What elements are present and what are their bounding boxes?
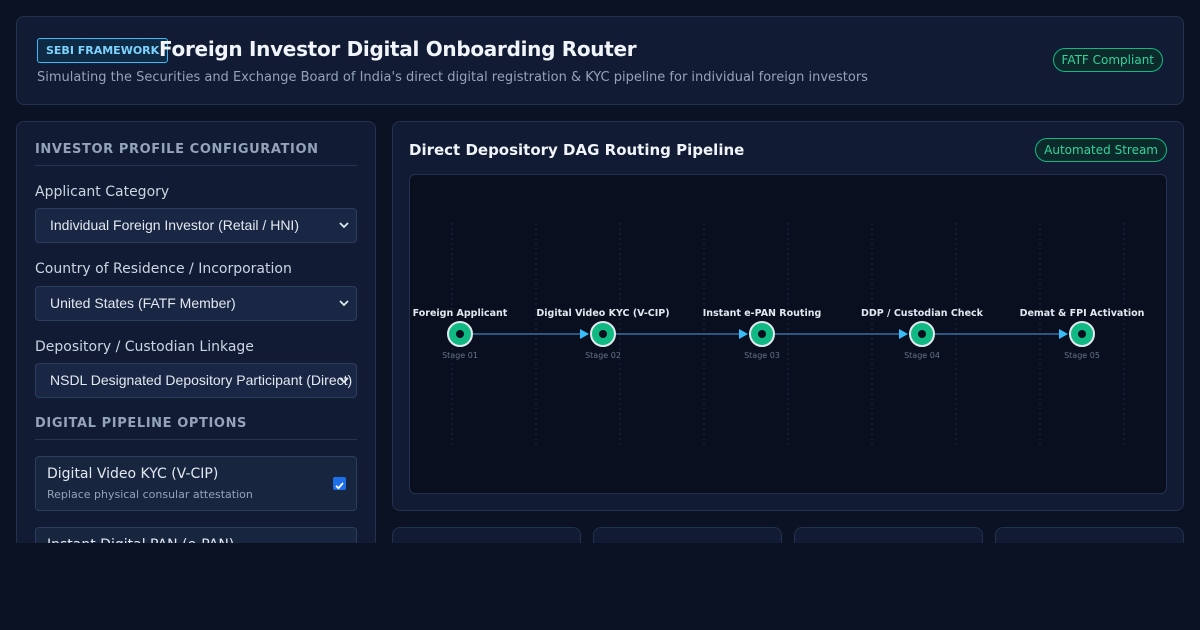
stage-name: Demat & FPI Activation [1020, 308, 1145, 319]
check-icon [335, 482, 344, 490]
section-divider [35, 439, 357, 440]
country-value: United States (FATF Member) [50, 295, 236, 311]
stage-name: Instant e-PAN Routing [703, 308, 822, 319]
stage-node-core [456, 330, 464, 338]
applicant-category-label: Applicant Category [35, 184, 170, 200]
section-divider [35, 165, 357, 166]
chevron-down-icon [339, 300, 349, 307]
pipeline-title: Direct Depository DAG Routing Pipeline [409, 141, 745, 159]
fatf-compliance-badge: FATF Compliant [1052, 48, 1163, 72]
options-section-title: DIGITAL PIPELINE OPTIONS [35, 416, 248, 431]
pipeline-panel: Direct Depository DAG Routing Pipeline A… [392, 121, 1184, 511]
depository-label: Depository / Custodian Linkage [35, 339, 254, 355]
option-vcip-name: Digital Video KYC (V-CIP) [47, 466, 219, 482]
chevron-down-icon [339, 377, 349, 384]
country-label: Country of Residence / Incorporation [35, 261, 292, 277]
edge-arrow-icon [1059, 329, 1068, 339]
investor-profile-panel: INVESTOR PROFILE CONFIGURATION Applicant… [16, 121, 376, 561]
page-title: Foreign Investor Digital Onboarding Rout… [159, 37, 637, 61]
framework-badge: SEBI FRAMEWORK [37, 38, 169, 63]
stage-label: Stage 02 [585, 351, 621, 360]
stage-name: DDP / Custodian Check [861, 308, 984, 319]
depository-select[interactable]: NSDL Designated Depository Participant (… [35, 363, 357, 398]
stage-name: Foreign Applicant [413, 308, 508, 319]
option-vcip-checkbox[interactable] [333, 477, 346, 490]
stage-label: Stage 03 [744, 351, 780, 360]
stage-node-core [599, 330, 607, 338]
country-select[interactable]: United States (FATF Member) [35, 286, 357, 321]
option-vcip[interactable]: Digital Video KYC (V-CIP) Replace physic… [35, 456, 357, 511]
edge-arrow-icon [580, 329, 589, 339]
stage-name: Digital Video KYC (V-CIP) [536, 308, 669, 319]
depository-value: NSDL Designated Depository Participant (… [50, 372, 353, 388]
profile-section-title: INVESTOR PROFILE CONFIGURATION [35, 142, 319, 157]
applicant-category-select[interactable]: Individual Foreign Investor (Retail / HN… [35, 208, 357, 243]
header-panel: SEBI FRAMEWORK Foreign Investor Digital … [16, 16, 1184, 105]
pipeline-dag-graph: Foreign Applicant Stage 01 Digital Video K… [413, 223, 1145, 445]
stage-node-core [918, 330, 926, 338]
stage-node-core [1078, 330, 1086, 338]
stage-label: Stage 04 [904, 351, 940, 360]
edge-arrow-icon [899, 329, 908, 339]
pipeline-canvas: Foreign Applicant Stage 01 Digital Video K… [409, 174, 1167, 494]
chevron-down-icon [339, 222, 349, 229]
viewport-cutoff [0, 543, 1200, 630]
automated-stream-badge: Automated Stream [1035, 138, 1167, 162]
stage-label: Stage 01 [442, 351, 478, 360]
applicant-category-value: Individual Foreign Investor (Retail / HN… [50, 217, 299, 233]
stage-node-core [758, 330, 766, 338]
stage-label: Stage 05 [1064, 351, 1100, 360]
edge-arrow-icon [739, 329, 748, 339]
option-vcip-desc: Replace physical consular attestation [47, 488, 253, 501]
page-subtitle: Simulating the Securities and Exchange B… [37, 70, 868, 85]
